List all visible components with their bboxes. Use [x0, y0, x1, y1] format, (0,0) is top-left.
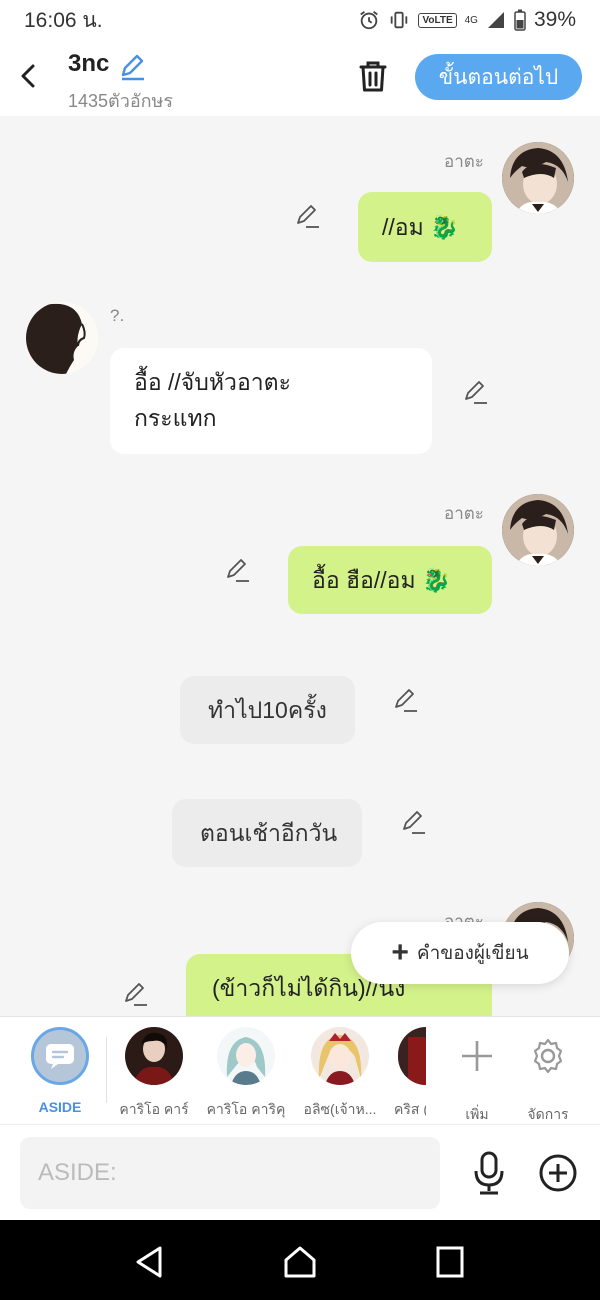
manage-button[interactable]: จัดการ: [498, 1027, 598, 1126]
network-label: 4G: [464, 14, 478, 26]
message-bubble[interactable]: อื้อ //จับหัวอาตะ กระแทก: [110, 348, 432, 454]
character-avatar: [398, 1027, 426, 1085]
edit-message-icon[interactable]: [122, 980, 150, 1008]
chat-area: อาตะ //อม 🐉 ?. อื้อ //จับหัวอาตะ กระแทก …: [0, 116, 600, 1016]
back-arrow-icon[interactable]: [14, 58, 44, 94]
character-aside[interactable]: ASIDE: [10, 1027, 110, 1115]
narration-bubble[interactable]: ทำไป10ครั้ง: [180, 676, 355, 744]
avatar-unknown-image: [26, 302, 98, 374]
sender-name: อาตะ: [444, 504, 484, 523]
status-bar: 16:06 น. VoLTE 4G 39%: [0, 0, 600, 40]
character-label: อลิซ(เจ้าห...: [303, 1101, 377, 1117]
character-label: คาริโอ คาร์: [119, 1101, 189, 1117]
character-label: คริส (: [394, 1101, 426, 1117]
vibrate-icon: [391, 11, 408, 29]
avatar-unknown[interactable]: [26, 302, 98, 374]
author-note-label: คำของผู้เขียน: [416, 943, 529, 964]
volte-badge: VoLTE: [418, 12, 457, 28]
character-avatar: [217, 1027, 275, 1085]
add-circle-icon[interactable]: [538, 1153, 578, 1193]
edit-message-icon[interactable]: [392, 686, 420, 714]
character-avatar: [125, 1027, 183, 1085]
narration-bubble[interactable]: ตอนเช้าอีกวัน: [172, 799, 362, 867]
story-title: 3nc: [68, 50, 110, 77]
manage-label: จัดการ: [527, 1106, 569, 1122]
edit-message-icon[interactable]: [462, 378, 490, 406]
message-bubble[interactable]: อื้อ ฮือ//อม 🐉: [288, 546, 492, 614]
character-item[interactable]: คริส (: [376, 1027, 426, 1121]
character-item[interactable]: คาริโอ คาริคุ: [196, 1027, 296, 1121]
nav-back-icon[interactable]: [130, 1242, 170, 1282]
author-note-button[interactable]: + คำของผู้เขียน: [351, 922, 569, 984]
message-line: อื้อ //จับหัวอาตะ: [134, 369, 291, 395]
nav-recents-icon[interactable]: [430, 1242, 470, 1282]
avatar-ata[interactable]: [502, 494, 574, 566]
sender-name: อาตะ: [444, 152, 484, 171]
character-avatar: [311, 1027, 369, 1085]
battery-icon: [514, 9, 526, 31]
input-bar: [0, 1124, 600, 1220]
avatar-ata-image: [502, 142, 574, 214]
trash-icon[interactable]: [356, 58, 390, 94]
edit-title-icon[interactable]: [118, 52, 148, 82]
status-time: 16:06 น.: [24, 8, 103, 32]
message-input[interactable]: [20, 1137, 440, 1209]
next-step-button[interactable]: ขั้นตอนต่อไป: [415, 54, 582, 100]
edit-message-icon[interactable]: [400, 808, 428, 836]
char-count: 1435ตัวอักษร: [68, 91, 174, 111]
signal-icon: [487, 12, 504, 28]
edit-message-icon[interactable]: [224, 556, 252, 584]
alarm-icon: [360, 11, 379, 30]
character-item[interactable]: คาริโอ คาร์: [104, 1027, 204, 1121]
aside-avatar: [31, 1027, 89, 1085]
system-nav-bar: [0, 1220, 600, 1300]
character-label: คาริโอ คาริคุ: [206, 1101, 286, 1117]
avatar-ata[interactable]: [502, 142, 574, 214]
edit-message-icon[interactable]: [294, 202, 322, 230]
gear-icon: [533, 1038, 563, 1074]
sender-name: ?.: [110, 306, 125, 325]
nav-home-icon[interactable]: [280, 1242, 320, 1282]
character-strip: ASIDE คาริโอ คาร์ คาริโอ คาริคุ อลิซ(เจ้…: [0, 1016, 600, 1124]
character-label: ASIDE: [38, 1099, 82, 1115]
chat-bubble-icon: [46, 1044, 74, 1069]
message-bubble[interactable]: //อม 🐉: [358, 192, 492, 262]
battery-percent: 39%: [533, 8, 576, 31]
message-line: กระแทก: [134, 405, 217, 431]
header: 3nc 1435ตัวอักษร ขั้นตอนต่อไป: [0, 40, 600, 116]
plus-icon: +: [391, 936, 409, 969]
avatar-ata-image: [502, 494, 574, 566]
status-icons: VoLTE 4G 39%: [358, 8, 576, 32]
microphone-icon[interactable]: [470, 1151, 508, 1195]
character-item[interactable]: อลิซ(เจ้าห...: [290, 1027, 390, 1121]
